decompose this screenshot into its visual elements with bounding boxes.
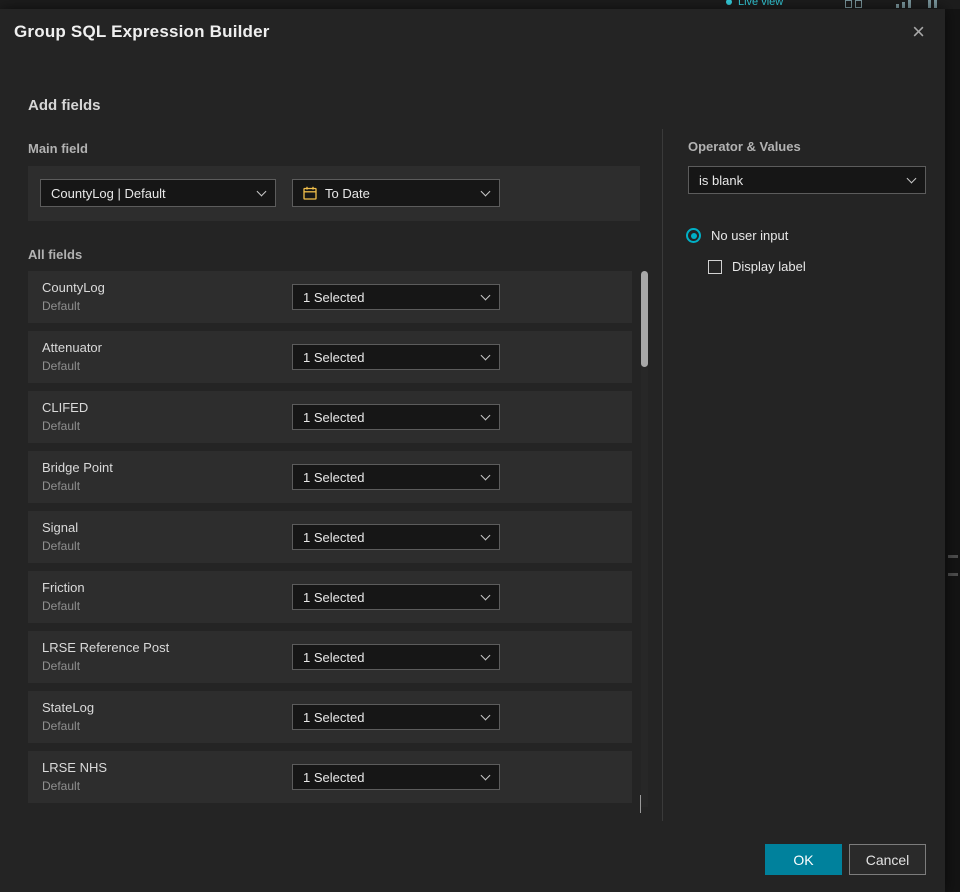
field-selected-label: 1 Selected [303,769,365,785]
field-sub: Default [42,419,81,433]
chevron-down-icon [906,173,917,184]
field-name: CLIFED [42,400,89,415]
field-selected-label: 1 Selected [303,529,365,545]
display-label-text: Display label [732,259,806,274]
field-name: LRSE NHS [42,760,108,775]
group-sql-expression-builder-dialog: Group SQL Expression Builder × Add field… [0,9,945,892]
radio-selected-icon [686,228,701,243]
field-name: Bridge Point [42,460,113,475]
main-field-source-value: CountyLog | Default [51,185,166,201]
live-view-dot-icon [726,0,732,5]
no-user-input-radio[interactable]: No user input [686,228,788,243]
field-row: Friction Default 1 Selected [28,571,632,623]
field-selected-dropdown[interactable]: 1 Selected [292,644,500,670]
operator-values-label: Operator & Values [688,139,801,154]
field-selected-dropdown[interactable]: 1 Selected [292,404,500,430]
field-row: LRSE NHS Default 1 Selected [28,751,632,803]
chevron-down-icon [480,290,491,301]
field-sub: Default [42,779,81,793]
chevron-down-icon [480,350,491,361]
main-field-date-dropdown[interactable]: To Date [292,179,500,207]
columns-icon [928,0,937,8]
column-divider [662,129,663,821]
main-field-label: Main field [28,141,88,156]
scroll-down-icon[interactable] [640,795,648,813]
field-selected-label: 1 Selected [303,649,365,665]
chevron-down-icon [480,650,491,661]
operator-dropdown[interactable]: is blank [688,166,926,194]
field-row: CountyLog Default 1 Selected [28,271,632,323]
ok-button[interactable]: OK [765,844,842,875]
field-name: LRSE Reference Post [42,640,170,655]
all-fields-list: CountyLog Default 1 Selected Attenuator … [28,271,632,811]
main-field-panel: CountyLog | Default To Date [28,166,640,221]
field-name: Attenuator [42,340,102,355]
field-selected-dropdown[interactable]: 1 Selected [292,284,500,310]
field-selected-dropdown[interactable]: 1 Selected [292,524,500,550]
field-selected-dropdown[interactable]: 1 Selected [292,344,500,370]
field-row: StateLog Default 1 Selected [28,691,632,743]
add-fields-title: Add fields [28,97,101,114]
display-label-checkbox[interactable]: Display label [708,259,806,274]
scrollbar-thumb[interactable] [641,271,648,367]
field-selected-dropdown[interactable]: 1 Selected [292,704,500,730]
live-view-label: Live view [738,0,784,8]
all-fields-label: All fields [28,247,83,262]
field-name: Friction [42,580,85,595]
chevron-down-icon [480,710,491,721]
field-sub: Default [42,659,81,673]
field-sub: Default [42,299,81,313]
window-panels-icon [845,0,862,8]
close-icon[interactable]: × [906,19,931,45]
chevron-down-icon [256,186,267,197]
field-selected-dropdown[interactable]: 1 Selected [292,464,500,490]
dialog-title: Group SQL Expression Builder [14,22,270,41]
field-selected-label: 1 Selected [303,469,365,485]
background-right-strip [945,9,960,892]
calendar-icon [303,186,317,200]
field-sub: Default [42,359,81,373]
chevron-down-icon [480,470,491,481]
field-sub: Default [42,539,81,553]
field-selected-dropdown[interactable]: 1 Selected [292,584,500,610]
field-row: CLIFED Default 1 Selected [28,391,632,443]
main-field-date-value: To Date [325,185,370,201]
chevron-down-icon [480,770,491,781]
field-row: Bridge Point Default 1 Selected [28,451,632,503]
bar-chart-icon [896,0,911,8]
field-name: StateLog [42,700,95,715]
chevron-down-icon [480,530,491,541]
field-name: Signal [42,520,79,535]
background-app-bar: Live view [0,0,960,9]
field-sub: Default [42,479,81,493]
field-selected-dropdown[interactable]: 1 Selected [292,764,500,790]
checkbox-unchecked-icon [708,259,722,274]
cancel-button[interactable]: Cancel [849,844,926,875]
field-name: CountyLog [42,280,105,295]
main-field-source-dropdown[interactable]: CountyLog | Default [40,179,276,207]
field-sub: Default [42,719,81,733]
field-sub: Default [42,599,81,613]
field-selected-label: 1 Selected [303,709,365,725]
chevron-down-icon [480,410,491,421]
field-selected-label: 1 Selected [303,289,365,305]
chevron-down-icon [480,590,491,601]
chevron-down-icon [480,186,491,197]
no-user-input-label: No user input [711,228,789,243]
field-selected-label: 1 Selected [303,409,365,425]
field-selected-label: 1 Selected [303,589,365,605]
field-selected-label: 1 Selected [303,349,365,365]
field-row: LRSE Reference Post Default 1 Selected [28,631,632,683]
operator-value: is blank [699,172,744,188]
dialog-header: Group SQL Expression Builder × [0,9,945,55]
field-row: Signal Default 1 Selected [28,511,632,563]
live-view-indicator: Live view [726,0,783,8]
field-row: Attenuator Default 1 Selected [28,331,632,383]
